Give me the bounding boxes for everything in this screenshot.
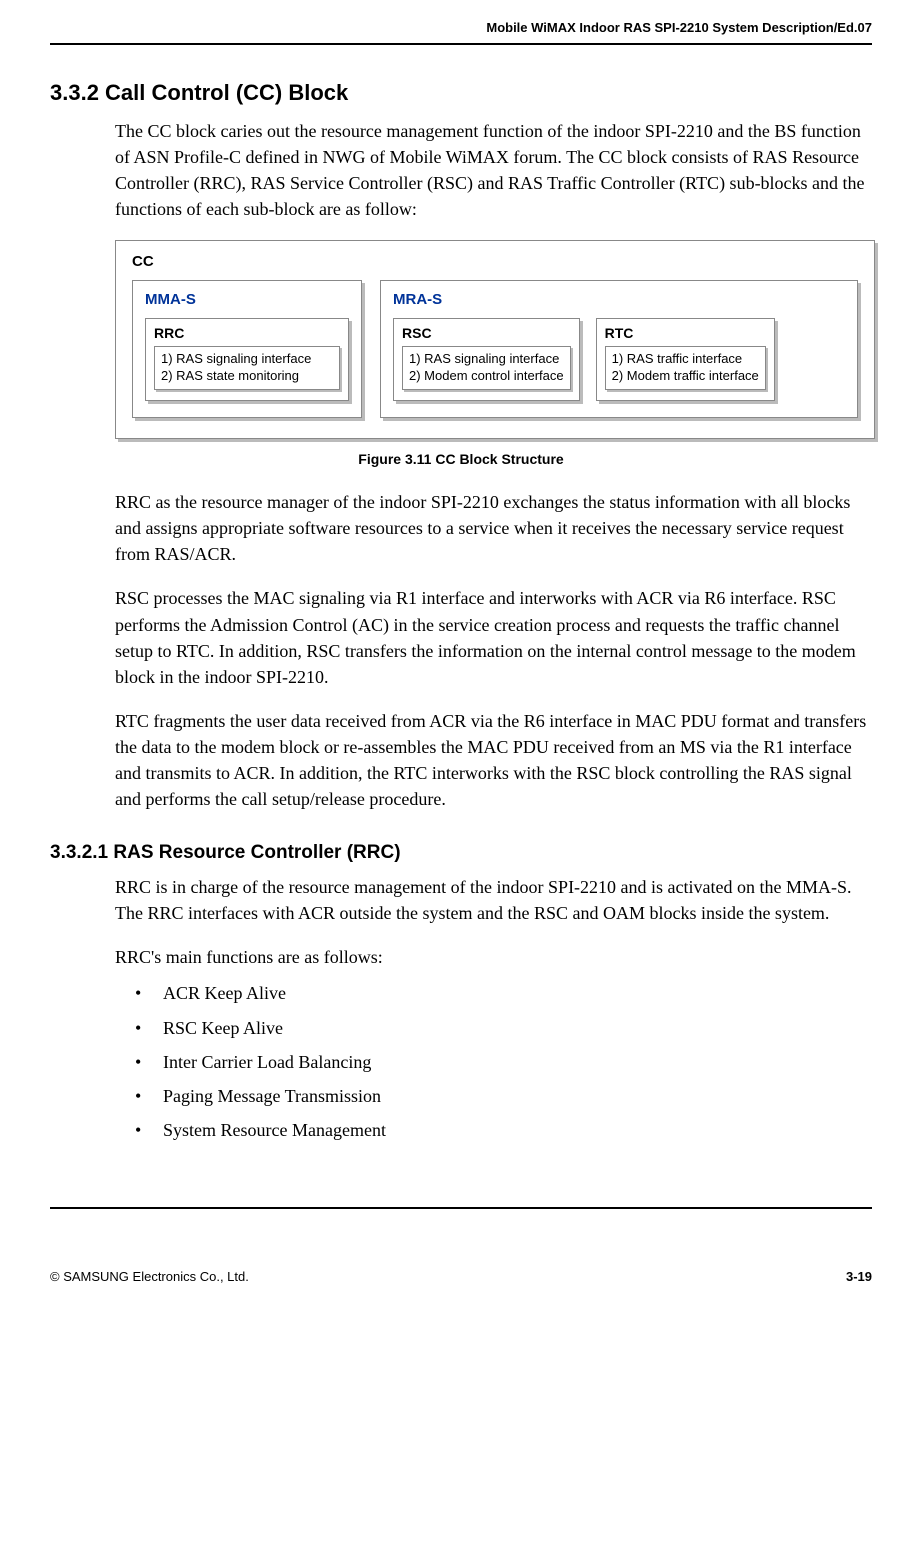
rtc-line2: 2) Modem traffic interface <box>612 368 759 385</box>
rsc-details: 1) RAS signaling interface 2) Modem cont… <box>402 346 571 390</box>
list-item-label: Paging Message Transmission <box>163 1079 381 1113</box>
page-footer: © SAMSUNG Electronics Co., Ltd. 3-19 <box>50 1269 872 1284</box>
mra-s-label: MRA-S <box>393 291 845 308</box>
list-intro: RRC's main functions are as follows: <box>115 944 872 970</box>
rsc-line1: 1) RAS signaling interface <box>409 351 564 368</box>
figure-caption: Figure 3.11 CC Block Structure <box>50 451 872 467</box>
bullet-icon: • <box>135 1079 163 1113</box>
rtc-box: RTC 1) RAS traffic interface 2) Modem tr… <box>596 318 775 401</box>
rsc-label: RSC <box>402 325 571 341</box>
footer-rule <box>50 1207 872 1209</box>
section-3-3-2-1-para1: RRC is in charge of the resource managem… <box>115 874 872 926</box>
section-3-3-2-para1: The CC block caries out the resource man… <box>115 118 872 222</box>
cc-label: CC <box>132 253 858 270</box>
rrc-line2: 2) RAS state monitoring <box>161 368 333 385</box>
footer-page-number: 3-19 <box>846 1269 872 1284</box>
list-item: • Inter Carrier Load Balancing <box>135 1045 872 1079</box>
list-item-label: Inter Carrier Load Balancing <box>163 1045 371 1079</box>
list-item: • System Resource Management <box>135 1113 872 1147</box>
list-item-label: ACR Keep Alive <box>163 976 286 1010</box>
page: Mobile WiMAX Indoor RAS SPI-2210 System … <box>0 0 922 1314</box>
section-3-3-2-1-heading: 3.3.2.1 RAS Resource Controller (RRC) <box>50 842 872 864</box>
rtc-label: RTC <box>605 325 766 341</box>
bullet-icon: • <box>135 1113 163 1147</box>
rrc-label: RRC <box>154 325 340 341</box>
rsc-line2: 2) Modem control interface <box>409 368 564 385</box>
cc-block-diagram: CC MMA-S RRC 1) RAS signaling interface … <box>115 240 872 439</box>
cc-container: CC MMA-S RRC 1) RAS signaling interface … <box>115 240 875 439</box>
section-3-3-2-heading: 3.3.2 Call Control (CC) Block <box>50 80 872 106</box>
list-item: • ACR Keep Alive <box>135 976 872 1010</box>
list-item-label: RSC Keep Alive <box>163 1011 283 1045</box>
mma-s-box: MMA-S RRC 1) RAS signaling interface 2) … <box>132 280 362 418</box>
rtc-details: 1) RAS traffic interface 2) Modem traffi… <box>605 346 766 390</box>
rsc-box: RSC 1) RAS signaling interface 2) Modem … <box>393 318 580 401</box>
list-item: • Paging Message Transmission <box>135 1079 872 1113</box>
para-rrc: RRC as the resource manager of the indoo… <box>115 489 872 567</box>
bullet-icon: • <box>135 1011 163 1045</box>
mra-s-box: MRA-S RSC 1) RAS signaling interface 2) … <box>380 280 858 418</box>
rrc-line1: 1) RAS signaling interface <box>161 351 333 368</box>
list-item: • RSC Keep Alive <box>135 1011 872 1045</box>
rrc-details: 1) RAS signaling interface 2) RAS state … <box>154 346 340 390</box>
bullet-icon: • <box>135 1045 163 1079</box>
doc-header: Mobile WiMAX Indoor RAS SPI-2210 System … <box>50 20 872 35</box>
para-rsc: RSC processes the MAC signaling via R1 i… <box>115 585 872 689</box>
list-item-label: System Resource Management <box>163 1113 386 1147</box>
footer-copyright: © SAMSUNG Electronics Co., Ltd. <box>50 1269 249 1284</box>
rrc-functions-list: • ACR Keep Alive • RSC Keep Alive • Inte… <box>135 976 872 1147</box>
rtc-line1: 1) RAS traffic interface <box>612 351 759 368</box>
bullet-icon: • <box>135 976 163 1010</box>
mma-s-label: MMA-S <box>145 291 349 308</box>
rrc-box: RRC 1) RAS signaling interface 2) RAS st… <box>145 318 349 401</box>
para-rtc: RTC fragments the user data received fro… <box>115 708 872 812</box>
header-rule <box>50 43 872 45</box>
